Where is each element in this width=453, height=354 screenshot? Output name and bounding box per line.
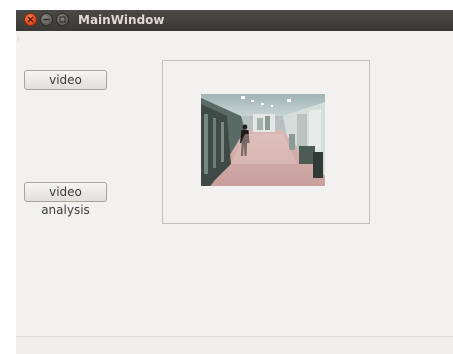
main-window: MainWindow video video analysis (16, 10, 453, 354)
title-bar[interactable]: MainWindow (16, 10, 453, 31)
minimize-window-icon[interactable] (40, 13, 53, 26)
toolbar-grip-icon (17, 37, 20, 41)
video-button[interactable]: video (24, 70, 107, 90)
window-title: MainWindow (78, 13, 165, 27)
maximize-window-icon[interactable] (56, 13, 69, 26)
status-bar (16, 336, 453, 354)
video-frame-icon (201, 94, 325, 186)
close-window-icon[interactable] (24, 13, 37, 26)
video-analysis-button[interactable]: video analysis (24, 182, 107, 217)
